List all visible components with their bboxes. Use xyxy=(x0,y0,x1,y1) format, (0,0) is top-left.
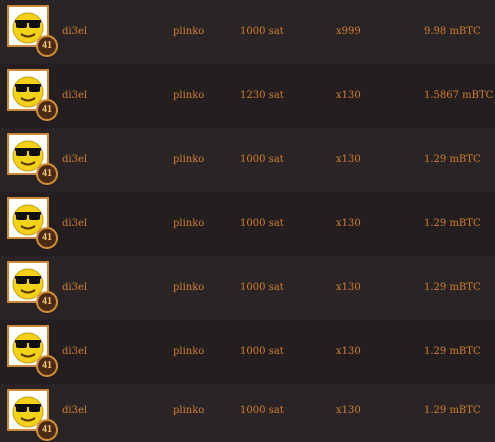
multiplier: x130 xyxy=(336,405,361,416)
profit: 1.29 mBTC xyxy=(424,154,481,165)
profit: 1.29 mBTC xyxy=(424,346,481,357)
table-row: 41 di3el plinko 1230 sat x130 1.5867 mBT… xyxy=(0,64,495,128)
bet-amount: 1000 sat xyxy=(240,154,284,165)
table-row: 41 di3el plinko 1000 sat x130 1.29 mBTC xyxy=(0,320,495,384)
multiplier: x130 xyxy=(336,90,361,101)
username[interactable]: di3el xyxy=(62,64,87,128)
table-row: 41 di3el plinko 1000 sat x130 1.29 mBTC xyxy=(0,128,495,192)
level-badge: 41 xyxy=(36,291,58,313)
profit: 1.29 mBTC xyxy=(424,282,481,293)
table-row: 41 di3el plinko 1000 sat x130 1.29 mBTC xyxy=(0,192,495,256)
username[interactable]: di3el xyxy=(62,128,87,192)
game-name: plinko xyxy=(173,346,205,357)
bets-table: 41 di3el plinko 1000 sat x999 9.98 mBTC … xyxy=(0,0,495,442)
avatar[interactable]: 41 xyxy=(7,133,58,185)
bet-amount: 1000 sat xyxy=(240,346,284,357)
profit: 1.5867 mBTC xyxy=(424,90,494,101)
multiplier: x130 xyxy=(336,218,361,229)
profit: 1.29 mBTC xyxy=(424,218,481,229)
level-badge: 41 xyxy=(36,99,58,121)
username[interactable]: di3el xyxy=(62,0,87,64)
profit: 1.29 mBTC xyxy=(424,405,481,416)
level-badge: 41 xyxy=(36,355,58,377)
table-row: 41 di3el plinko 1000 sat x999 9.98 mBTC xyxy=(0,0,495,64)
level-badge: 41 xyxy=(36,163,58,185)
avatar[interactable]: 41 xyxy=(7,325,58,377)
username[interactable]: di3el xyxy=(62,192,87,256)
game-name: plinko xyxy=(173,282,205,293)
game-name: plinko xyxy=(173,405,205,416)
multiplier: x999 xyxy=(336,26,361,37)
bet-amount: 1230 sat xyxy=(240,90,284,101)
table-row: 41 di3el plinko 1000 sat x130 1.29 mBTC xyxy=(0,256,495,320)
level-badge: 41 xyxy=(36,227,58,249)
avatar[interactable]: 41 xyxy=(7,389,58,441)
profit: 9.98 mBTC xyxy=(424,26,481,37)
level-badge: 41 xyxy=(36,419,58,441)
avatar[interactable]: 41 xyxy=(7,197,58,249)
bet-amount: 1000 sat xyxy=(240,218,284,229)
game-name: plinko xyxy=(173,154,205,165)
game-name: plinko xyxy=(173,26,205,37)
table-row: 41 di3el plinko 1000 sat x130 1.29 mBTC xyxy=(0,384,495,442)
multiplier: x130 xyxy=(336,346,361,357)
avatar[interactable]: 41 xyxy=(7,5,58,57)
game-name: plinko xyxy=(173,90,205,101)
bet-amount: 1000 sat xyxy=(240,26,284,37)
bet-amount: 1000 sat xyxy=(240,282,284,293)
username[interactable]: di3el xyxy=(62,320,87,384)
multiplier: x130 xyxy=(336,154,361,165)
game-name: plinko xyxy=(173,218,205,229)
level-badge: 41 xyxy=(36,35,58,57)
avatar[interactable]: 41 xyxy=(7,261,58,313)
avatar[interactable]: 41 xyxy=(7,69,58,121)
username[interactable]: di3el xyxy=(62,384,87,438)
multiplier: x130 xyxy=(336,282,361,293)
bet-amount: 1000 sat xyxy=(240,405,284,416)
username[interactable]: di3el xyxy=(62,256,87,320)
